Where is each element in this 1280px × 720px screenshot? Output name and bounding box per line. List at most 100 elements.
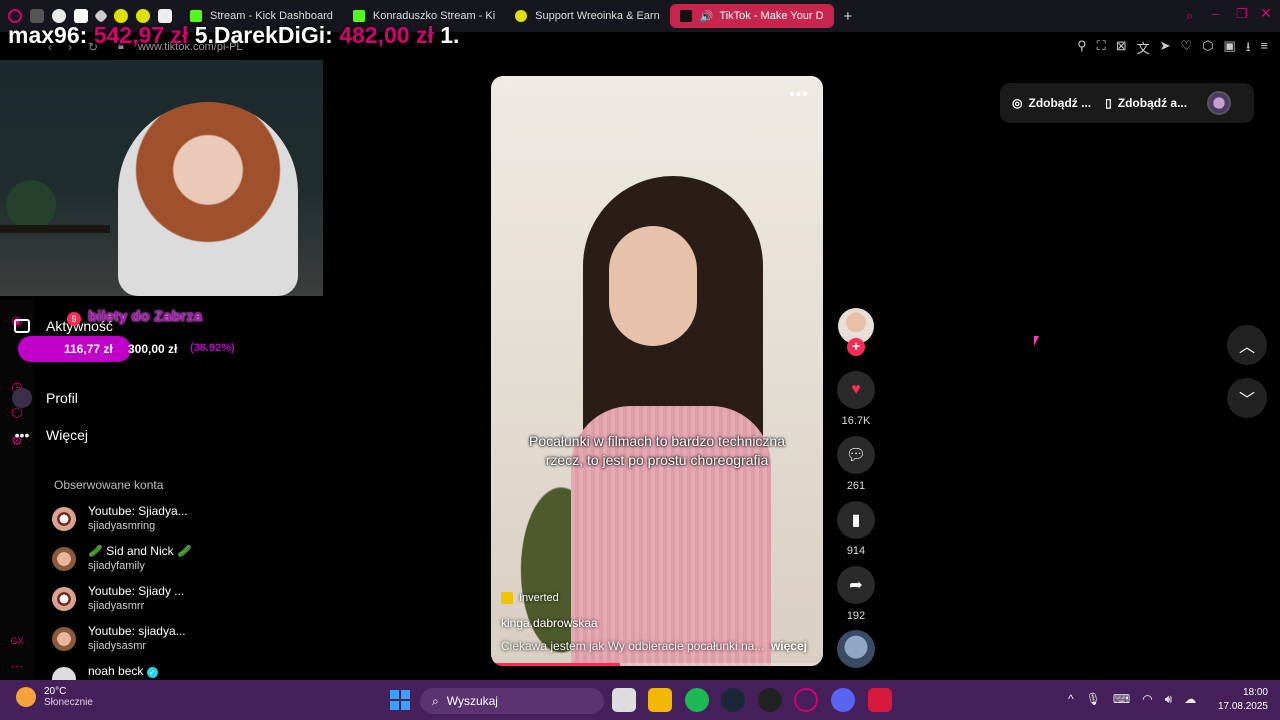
ticker-rank: 5. bbox=[194, 22, 214, 48]
next-video-button[interactable]: ﹀ bbox=[1227, 378, 1267, 418]
chevron-up-icon[interactable]: ^ bbox=[1068, 692, 1074, 707]
weather-widget[interactable]: 20°C Słonecznie bbox=[16, 686, 93, 708]
activity-badge: 9 bbox=[67, 312, 81, 326]
chrome-icon[interactable] bbox=[52, 9, 66, 23]
like-action[interactable]: ♥ 16.7K bbox=[837, 371, 875, 427]
steam-icon[interactable] bbox=[721, 688, 745, 712]
ticker-amount: 482,00 zł bbox=[339, 22, 434, 48]
account-item[interactable]: Youtube: Sjiadya... sjiadyasmring bbox=[52, 504, 188, 532]
avatar bbox=[52, 627, 76, 651]
previous-video-button[interactable]: ︿ bbox=[1227, 325, 1267, 365]
effect-icon bbox=[501, 592, 513, 604]
share-icon[interactable]: ➦ bbox=[837, 566, 875, 604]
sidebar-item-label: Profil bbox=[46, 390, 78, 406]
clock[interactable]: 18:00 17.08.2025 bbox=[1212, 686, 1268, 714]
pinned-tab-icon[interactable] bbox=[30, 9, 44, 23]
mouse-cursor bbox=[1034, 336, 1039, 346]
account-item[interactable]: Youtube: Sjiady ... sjiadyasmrr bbox=[52, 584, 184, 612]
pin-icon[interactable]: ⚲ bbox=[1077, 38, 1087, 60]
opera-gx-icon[interactable] bbox=[8, 9, 22, 23]
extensions-rail-icon[interactable]: ⬡ bbox=[10, 406, 24, 420]
video-progress[interactable] bbox=[491, 663, 823, 666]
screenshot-icon[interactable]: ⛶ bbox=[1097, 38, 1106, 60]
video-author[interactable]: kinga.dabrowskaa bbox=[501, 616, 598, 630]
user-avatar[interactable] bbox=[1207, 91, 1232, 115]
weather-icon bbox=[16, 687, 36, 707]
ticker-sep: : bbox=[325, 22, 333, 48]
wifi-icon[interactable]: ◠ bbox=[1142, 692, 1152, 707]
new-tab-button[interactable]: + bbox=[834, 4, 863, 28]
account-item[interactable]: Youtube: sjiadya... sjiadysasmr bbox=[52, 624, 186, 652]
minimize-icon[interactable]: – bbox=[1212, 6, 1219, 21]
download-icon[interactable]: ⭳ bbox=[1246, 38, 1251, 60]
heart-outline-icon[interactable]: ♡ bbox=[1181, 38, 1193, 60]
tab-label: Konraduszko Stream - Ki bbox=[372, 10, 496, 22]
menu-icon[interactable]: ≡ bbox=[1260, 38, 1268, 60]
extensions-icon[interactable]: ⬡ bbox=[1202, 38, 1213, 60]
spotify-icon[interactable] bbox=[685, 688, 709, 712]
tab-tiktok[interactable]: 🔊 TikTok - Make Your D bbox=[669, 4, 834, 28]
microphone-icon[interactable]: 🎙︎ bbox=[1086, 692, 1101, 707]
tab-label: Stream - Kick Dashboard bbox=[210, 10, 333, 22]
account-name: Youtube: Sjiadya... bbox=[88, 504, 188, 518]
checkbox-icon[interactable] bbox=[158, 9, 172, 23]
amazon-icon[interactable] bbox=[74, 9, 88, 23]
system-tray: ^ 🎙︎ ⌨ ◠ 🔊︎ ☁ bbox=[1068, 692, 1196, 707]
maximize-icon[interactable]: ❐ bbox=[1236, 6, 1248, 22]
video-player[interactable]: ••• Pocałunki w filmach to bardzo techni… bbox=[491, 76, 823, 666]
file-explorer-icon[interactable] bbox=[648, 688, 672, 712]
following-title: Obserwowane konta bbox=[54, 478, 164, 492]
cloud-icon[interactable]: ☁ bbox=[1184, 692, 1196, 707]
sidebar-item-label: Więcej bbox=[46, 427, 89, 443]
comment-action[interactable]: 💬︎ 261 bbox=[837, 436, 875, 492]
follow-button[interactable]: + bbox=[847, 338, 865, 356]
save-action[interactable]: ▮ 914 bbox=[837, 501, 875, 557]
send-icon[interactable]: ➤ bbox=[1160, 38, 1171, 60]
share-action[interactable]: ➦ 192 bbox=[837, 566, 875, 622]
tab-support[interactable]: Support Wreoinka & Earn bbox=[505, 4, 670, 28]
effect-tag[interactable]: Inverted bbox=[501, 592, 559, 604]
taskbar-search[interactable]: ⌕ Wyszukaj bbox=[420, 688, 604, 714]
webcam-plant bbox=[6, 180, 56, 230]
app-icon[interactable] bbox=[868, 688, 892, 712]
translate-icon[interactable]: 文 bbox=[1137, 38, 1150, 60]
get-app-button[interactable]: ▯ Zdobądź a... bbox=[1105, 96, 1187, 110]
heart-icon[interactable]: ♥ bbox=[837, 371, 875, 409]
close-icon[interactable]: ✕ bbox=[1260, 5, 1272, 22]
pinned-app-icon[interactable] bbox=[93, 8, 109, 24]
sound-disc[interactable] bbox=[837, 630, 875, 668]
goal-progress-bar: 116,77 zł 300,00 zł (38.92%) bbox=[18, 336, 248, 362]
play-alt-icon[interactable] bbox=[136, 9, 150, 23]
comment-icon[interactable]: 💬︎ bbox=[837, 436, 875, 474]
sidebar-item-profile[interactable]: Profil bbox=[12, 388, 78, 408]
profile-icon[interactable]: ▣ bbox=[1224, 38, 1236, 60]
start-button[interactable] bbox=[390, 690, 410, 710]
account-item[interactable]: 🥒 Sid and Nick 🥒 sjiadyfamily bbox=[52, 544, 192, 572]
play-icon[interactable] bbox=[114, 9, 128, 23]
more-link[interactable]: więcej bbox=[771, 639, 807, 653]
kick-icon bbox=[190, 10, 202, 22]
keyboard-icon[interactable]: ⌨ bbox=[1113, 692, 1130, 707]
ticker-user: max96 bbox=[8, 22, 80, 48]
kick-icon bbox=[352, 10, 365, 22]
more-rail-icon[interactable]: ⋯ bbox=[10, 660, 24, 674]
ticker-sep: : bbox=[79, 22, 88, 48]
video-progress-fill bbox=[491, 663, 621, 666]
account-handle: sjiadyfamily bbox=[88, 560, 145, 572]
get-coins-button[interactable]: ◎ Zdobądź ... bbox=[1012, 96, 1091, 110]
bookmark-icon[interactable]: ▮ bbox=[837, 501, 875, 539]
webcam-shelf bbox=[0, 225, 110, 233]
discord-icon[interactable] bbox=[831, 688, 855, 712]
opera-gx-taskbar-icon[interactable] bbox=[794, 688, 818, 712]
avatar bbox=[52, 547, 76, 571]
sidebar-item-more[interactable]: ••• Więcej bbox=[12, 425, 88, 445]
search-icon: ⌕ bbox=[432, 693, 439, 708]
volume-icon[interactable]: 🔊︎ bbox=[1165, 692, 1173, 707]
block-icon[interactable]: ⊠ bbox=[1116, 38, 1127, 60]
search-icon[interactable]: ⌕ bbox=[1186, 8, 1193, 24]
webcam-overlay bbox=[0, 60, 323, 296]
phone-icon: ▯ bbox=[1105, 96, 1112, 110]
task-view-icon[interactable] bbox=[612, 688, 636, 712]
video-more-menu[interactable]: ••• bbox=[789, 86, 809, 104]
obs-icon[interactable] bbox=[758, 688, 782, 712]
